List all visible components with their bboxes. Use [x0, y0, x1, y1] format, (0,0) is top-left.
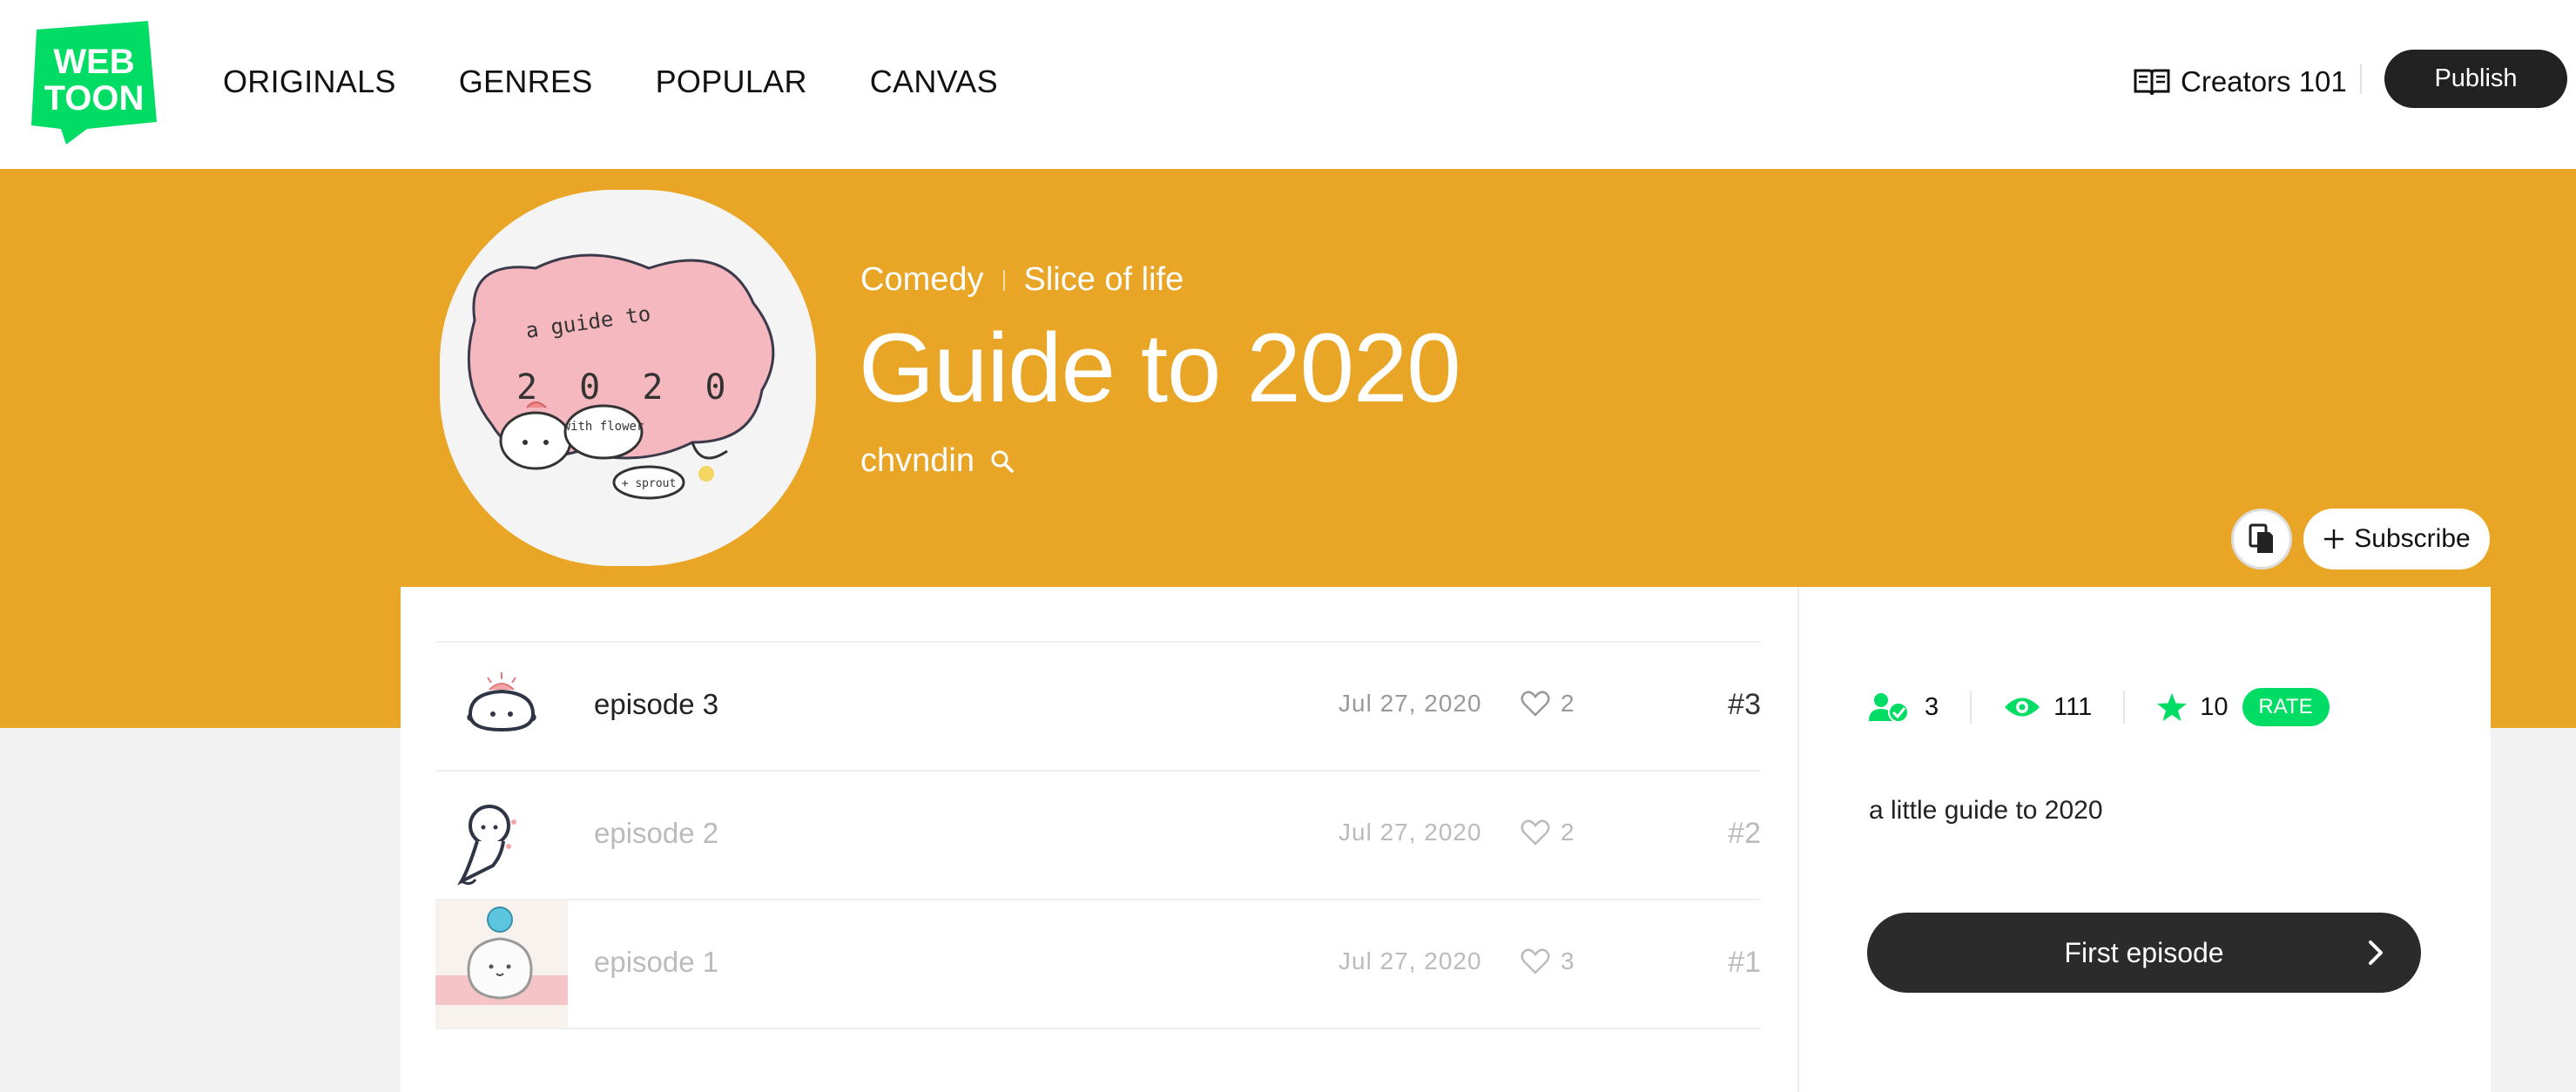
- episode-date: Jul 27, 2020: [1339, 690, 1482, 717]
- episode-row[interactable]: episode 2 Jul 27, 2020 2 #2: [435, 772, 1761, 900]
- cover-text-year: 2 0 2 0: [516, 367, 737, 408]
- rate-button[interactable]: RATE: [2242, 688, 2330, 726]
- episode-row[interactable]: episode 1 Jul 27, 2020 3 #1: [435, 900, 1761, 1029]
- cover-text-flower: with flower: [563, 420, 644, 434]
- genre-comedy[interactable]: Comedy: [860, 261, 984, 299]
- episode-likes: 2: [1521, 690, 1575, 718]
- series-cover-image: a guide to 2 0 2 0 with flower + sprout: [440, 190, 816, 566]
- book-icon: [2134, 67, 2170, 97]
- main-nav: ORIGINALS GENRES POPULAR CANVAS: [223, 56, 998, 108]
- stat-separator: [1970, 691, 1972, 724]
- view-count: 111: [2053, 692, 2093, 721]
- episode-thumbnail: [435, 643, 568, 770]
- subscriber-count: 3: [1925, 692, 1939, 721]
- nav-genres[interactable]: GENRES: [459, 56, 593, 108]
- genre-slice-of-life[interactable]: Slice of life: [1024, 261, 1184, 299]
- series-stats: 3 111 10 RATE: [1867, 686, 2330, 728]
- nav-popular[interactable]: POPULAR: [656, 56, 807, 108]
- like-count: 2: [1561, 819, 1575, 846]
- episode-title: episode 1: [594, 946, 719, 978]
- cover-text-sprout: + sprout: [622, 477, 677, 490]
- author-link[interactable]: chvndin: [860, 442, 1016, 480]
- episode-date: Jul 27, 2020: [1339, 819, 1482, 846]
- episode-thumbnail: [435, 900, 568, 1028]
- creators-101-link[interactable]: Creators 101: [2134, 56, 2347, 108]
- subscriber-stat: 3: [1867, 691, 1939, 723]
- subscribe-button[interactable]: Subscribe: [2303, 509, 2490, 570]
- episode-date: Jul 27, 2020: [1339, 947, 1482, 974]
- like-count: 2: [1561, 690, 1575, 717]
- episode-number: #1: [1728, 946, 1761, 979]
- rating-stat: 10: [2156, 692, 2229, 722]
- episode-number: #2: [1728, 817, 1761, 850]
- subscribe-label: Subscribe: [2354, 524, 2471, 553]
- plus-icon: [2323, 528, 2345, 550]
- top-navigation-bar: WEB TOON ORIGINALS GENRES POPULAR CANVAS…: [0, 0, 2576, 169]
- logo-line-1: WEB: [53, 43, 134, 81]
- logo-line-2: TOON: [44, 79, 145, 118]
- genre-separator: [1002, 269, 1005, 291]
- episode-likes: 3: [1521, 947, 1575, 975]
- subscribers-icon: [1867, 691, 1912, 723]
- series-title: Guide to 2020: [859, 313, 1461, 422]
- author-name: chvndin: [860, 442, 974, 479]
- creators-label: Creators 101: [2181, 65, 2347, 98]
- webtoon-logo[interactable]: WEB TOON: [26, 19, 162, 146]
- publish-button[interactable]: Publish: [2384, 50, 2567, 108]
- rating-value: 10: [2200, 692, 2229, 721]
- copy-link-button[interactable]: [2231, 509, 2292, 570]
- heart-icon: [1521, 691, 1550, 717]
- header-divider: [2360, 64, 2362, 94]
- series-summary: a little guide to 2020: [1869, 796, 2103, 825]
- nav-canvas[interactable]: CANVAS: [870, 56, 998, 108]
- search-icon: [988, 448, 1016, 475]
- star-icon: [2156, 692, 2188, 722]
- episode-list: episode 3 Jul 27, 2020 2 #3 episode 2 Ju…: [435, 641, 1761, 1029]
- like-count: 3: [1561, 947, 1575, 974]
- first-episode-label: First episode: [2064, 936, 2224, 968]
- episode-thumbnail: [435, 772, 568, 899]
- episode-likes: 2: [1521, 819, 1575, 846]
- eye-icon: [2003, 694, 2041, 720]
- episode-number: #3: [1728, 688, 1761, 721]
- chevron-right-icon: [2369, 940, 2383, 965]
- heart-icon: [1521, 948, 1550, 974]
- first-episode-button[interactable]: First episode: [1867, 913, 2421, 993]
- episode-row[interactable]: episode 3 Jul 27, 2020 2 #3: [435, 643, 1761, 772]
- card-divider: [1797, 587, 1799, 1092]
- copy-icon: [2249, 523, 2275, 555]
- genre-list: Comedy Slice of life: [860, 261, 1183, 299]
- views-stat: 111: [2003, 693, 2092, 722]
- stat-separator: [2123, 691, 2126, 724]
- nav-originals[interactable]: ORIGINALS: [223, 56, 396, 108]
- episode-title: episode 3: [594, 688, 719, 720]
- episode-title: episode 2: [594, 817, 719, 849]
- heart-icon: [1521, 819, 1550, 846]
